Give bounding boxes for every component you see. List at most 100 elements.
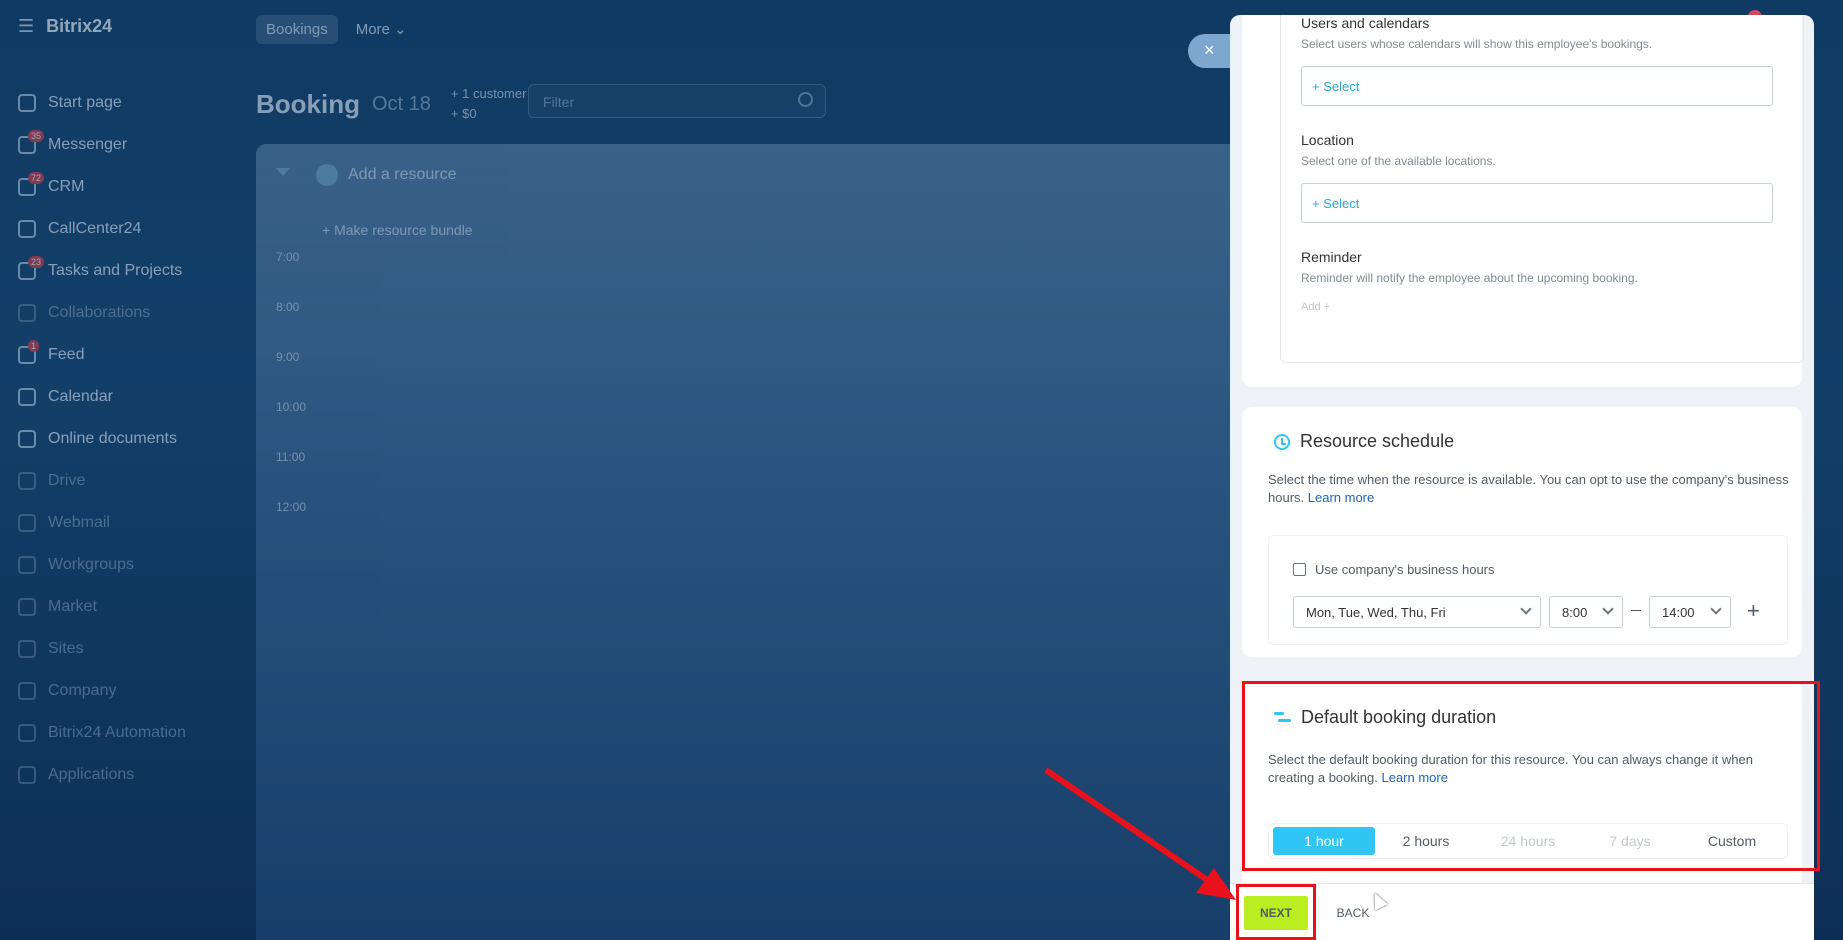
brand-name: Bitrix24: [46, 16, 113, 36]
sidebar-item[interactable]: Applications: [18, 754, 186, 796]
reminder-add-link[interactable]: Add +: [1301, 301, 1330, 313]
filter-placeholder: Filter: [543, 94, 575, 110]
resource-schedule-title: Resource schedule: [1300, 431, 1455, 451]
users-calendars-title: Users and calendars: [1301, 15, 1430, 31]
duration-option[interactable]: Custom: [1681, 827, 1783, 855]
sidebar-item-label: CRM: [48, 178, 85, 195]
sidebar-item[interactable]: Calendar: [18, 376, 186, 418]
sidebar-item-label: Collaborations: [48, 304, 151, 321]
time-to-value: 14:00: [1662, 605, 1695, 620]
sidebar-item[interactable]: Drive: [18, 460, 186, 502]
counter-badge: 23: [28, 256, 45, 268]
nav-icon: [18, 598, 36, 616]
nav-icon: [18, 640, 36, 658]
resource-schedule-header: Resource schedule: [1274, 431, 1454, 452]
counter-badge: 35: [28, 130, 45, 142]
page-date[interactable]: Oct 18: [372, 93, 431, 116]
sidebar-item-label: Bitrix24 Automation: [48, 724, 186, 741]
sidebar-nav: Start page 35 Messenger 72 CRM CallCenter24 23…: [18, 82, 186, 796]
default-duration-learn-more[interactable]: Learn more: [1381, 770, 1447, 785]
sidebar-item-label: Drive: [48, 472, 86, 489]
resource-settings-panel: Users and calendars Select users whose c…: [1230, 15, 1814, 940]
chevron-down-icon: [1520, 603, 1532, 615]
clock-icon: [1274, 433, 1290, 450]
sidebar-item[interactable]: Company: [18, 670, 186, 712]
filter-input[interactable]: Filter: [528, 84, 826, 118]
nav-icon: [18, 556, 36, 574]
sidebar-item[interactable]: 1 Feed: [18, 334, 186, 376]
time-slot-label: 8:00: [276, 300, 300, 314]
sidebar-item[interactable]: Start page: [18, 82, 186, 124]
counter-badge: 1: [28, 340, 40, 352]
sidebar-item-label: Calendar: [48, 388, 113, 405]
nav-icon: [18, 724, 36, 742]
time-slot-label: 11:00: [276, 450, 306, 464]
business-hours-label: Use company's business hours: [1315, 562, 1495, 577]
duration-option[interactable]: 2 hours: [1375, 827, 1477, 855]
time-slot-label: 10:00: [276, 400, 307, 414]
time-to-select[interactable]: 14:00: [1649, 596, 1731, 628]
nav-icon: [18, 766, 36, 784]
sidebar-item[interactable]: Bitrix24 Automation: [18, 712, 186, 754]
users-calendars-select[interactable]: + Select: [1301, 66, 1773, 106]
business-hours-row[interactable]: Use company's business hours: [1293, 562, 1495, 577]
make-bundle-link[interactable]: + Make resource bundle: [322, 222, 473, 238]
location-title: Location: [1301, 132, 1354, 148]
time-from-select[interactable]: 8:00: [1549, 596, 1623, 628]
plus-icon: [316, 164, 338, 186]
tab-more[interactable]: More ⌄: [346, 14, 417, 44]
time-slot-label: 9:00: [276, 350, 300, 364]
resource-details-card: Users and calendars Select users whose c…: [1242, 15, 1804, 387]
sidebar-item[interactable]: Webmail: [18, 502, 186, 544]
location-desc: Select one of the available locations.: [1301, 154, 1496, 168]
duration-option[interactable]: 1 hour: [1273, 827, 1375, 855]
chevron-down-icon: [1602, 603, 1614, 615]
nav-icon: [18, 514, 36, 532]
duration-option: 24 hours: [1500, 833, 1556, 849]
sidebar-item[interactable]: CallCenter24: [18, 208, 186, 250]
sidebar-item-label: Applications: [48, 766, 135, 783]
search-icon[interactable]: [798, 92, 813, 107]
nav-icon: [18, 430, 36, 448]
customer-count: + 1 customer: [450, 86, 527, 101]
business-hours-checkbox[interactable]: [1293, 563, 1306, 576]
default-duration-title: Default booking duration: [1301, 707, 1497, 727]
duration-option: 7 days: [1609, 833, 1651, 849]
chevron-down-icon: [1710, 603, 1722, 615]
close-panel-button[interactable]: ×: [1188, 34, 1232, 68]
resource-schedule-learn-more[interactable]: Learn more: [1308, 490, 1374, 505]
sidebar-item[interactable]: 35 Messenger: [18, 124, 186, 166]
sidebar-item[interactable]: Market: [18, 586, 186, 628]
menu-icon[interactable]: ☰: [18, 16, 34, 37]
close-icon: ×: [1204, 40, 1215, 60]
time-range-dash: [1631, 610, 1641, 611]
location-select[interactable]: + Select: [1301, 183, 1773, 223]
days-select[interactable]: Mon, Tue, Wed, Thu, Fri: [1293, 596, 1541, 628]
add-interval-icon[interactable]: +: [1747, 598, 1760, 624]
left-sidebar: ☰ Bitrix24 Start page 35 Messenger 72 CRM Cal…: [0, 0, 250, 940]
sidebar-item-label: CallCenter24: [48, 220, 142, 237]
add-resource-button[interactable]: Add a resource: [316, 164, 457, 186]
resource-schedule-card: Resource schedule Select the time when t…: [1242, 407, 1802, 657]
sidebar-item-label: Feed: [48, 346, 85, 363]
booking-board: Add a resource + Make resource bundle 7:…: [256, 144, 1256, 940]
time-slot-label: 7:00: [276, 250, 300, 264]
sidebar-item[interactable]: Online documents: [18, 418, 186, 460]
booking-header: Booking Oct 18 + 1 customer + $0: [256, 84, 526, 124]
next-button[interactable]: NEXT: [1244, 896, 1308, 930]
nav-icon: [18, 220, 36, 238]
nav-icon: [18, 472, 36, 490]
filter-icon[interactable]: [276, 168, 290, 182]
sidebar-item[interactable]: 23 Tasks and Projects: [18, 250, 186, 292]
counter-badge: 72: [28, 172, 45, 184]
nav-icon: [18, 94, 36, 112]
sidebar-item-label: Market: [48, 598, 97, 615]
sidebar-item[interactable]: 72 CRM: [18, 166, 186, 208]
sidebar-item-label: Workgroups: [48, 556, 134, 573]
sidebar-item[interactable]: Sites: [18, 628, 186, 670]
sidebar-item[interactable]: Collaborations: [18, 292, 186, 334]
default-duration-desc-text: Select the default booking duration for …: [1268, 752, 1753, 785]
users-calendars-desc: Select users whose calendars will show t…: [1301, 37, 1653, 51]
sidebar-item[interactable]: Workgroups: [18, 544, 186, 586]
tab-bookings[interactable]: Bookings: [256, 14, 338, 44]
